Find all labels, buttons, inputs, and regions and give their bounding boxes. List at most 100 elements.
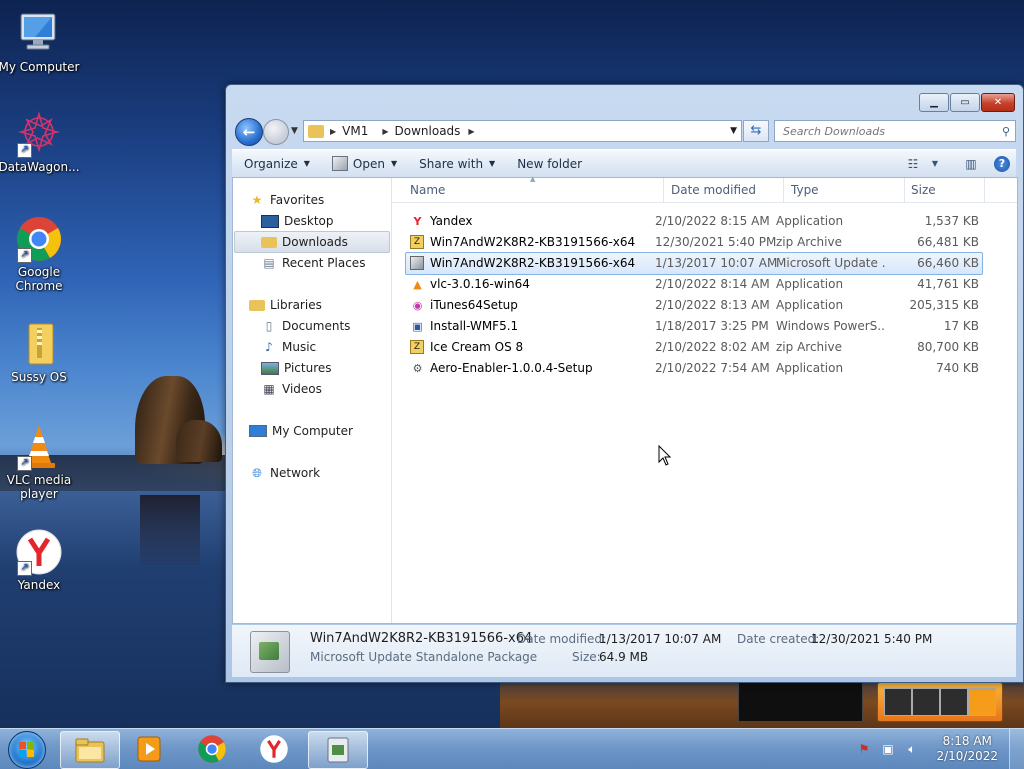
- chevron-right-icon[interactable]: ▶: [468, 127, 474, 136]
- desktop-icon-label: VLC media player: [6, 473, 72, 501]
- file-date: 1/13/2017 10:07 AM: [655, 256, 778, 270]
- nav-libraries[interactable]: Libraries: [249, 295, 405, 315]
- nav-documents[interactable]: ▯ Documents: [261, 316, 387, 336]
- search-icon[interactable]: ⚲: [1002, 125, 1010, 138]
- column-date-modified[interactable]: Date modified: [671, 183, 756, 197]
- file-row[interactable]: ▣ Install-WMF5.1 1/18/2017 3:25 PM Windo…: [406, 316, 982, 337]
- explorer-window[interactable]: ▁ ▭ ✕ ← ▼ ▶ VM1 ▶ Downloads ▶ ▼ ⇆ ⚲ Orga…: [225, 84, 1024, 683]
- nav-favorites[interactable]: ★ Favorites: [249, 190, 405, 210]
- preview-pane-icon[interactable]: ▥: [958, 154, 984, 174]
- file-size: 41,761 KB: [917, 277, 979, 291]
- search-box[interactable]: ⚲: [774, 120, 1016, 142]
- address-dropdown-icon[interactable]: ▼: [730, 126, 737, 136]
- forward-button[interactable]: [263, 119, 289, 145]
- help-icon[interactable]: ?: [994, 155, 1010, 172]
- desktop-icon-yandex[interactable]: ↗ Yandex: [0, 528, 81, 592]
- search-input[interactable]: [781, 123, 995, 139]
- start-button[interactable]: [8, 731, 46, 769]
- close-button[interactable]: ✕: [981, 93, 1015, 112]
- file-size: 1,537 KB: [924, 214, 979, 228]
- column-divider[interactable]: [984, 178, 985, 202]
- new-folder-button[interactable]: New folder: [509, 153, 590, 175]
- nav-videos[interactable]: ▦ Videos: [261, 379, 387, 399]
- downloads-folder-icon: [261, 236, 277, 248]
- file-row[interactable]: Z Win7AndW2K8R2-KB3191566-x64 12/30/2021…: [406, 232, 982, 253]
- clock[interactable]: 8:18 AM 2/10/2022: [936, 734, 998, 764]
- minimize-button[interactable]: ▁: [919, 93, 949, 112]
- chevron-right-icon[interactable]: ▶: [330, 127, 336, 136]
- taskbar-msu-installer[interactable]: [308, 731, 368, 769]
- taskbar-chrome[interactable]: [183, 731, 241, 767]
- file-row-selected[interactable]: Win7AndW2K8R2-KB3191566-x64 1/13/2017 10…: [405, 252, 983, 275]
- taskbar-explorer[interactable]: [60, 731, 120, 769]
- network-status-icon[interactable]: ▣: [880, 741, 896, 757]
- yandex-icon: Y: [413, 215, 422, 228]
- desktop-gadget-dark[interactable]: [738, 682, 863, 722]
- desktop-icon-google-chrome[interactable]: ↗ Google Chrome: [0, 215, 81, 293]
- desktop-icon-sussy-os[interactable]: Sussy OS: [0, 320, 81, 384]
- nav-label: Music: [282, 340, 317, 354]
- volume-icon[interactable]: 🔈︎: [904, 741, 920, 757]
- nav-network[interactable]: 🌐︎ Network: [249, 463, 405, 483]
- desktop-icon-vlc[interactable]: ↗ VLC media player: [0, 423, 81, 501]
- file-type: Application: [776, 277, 844, 291]
- file-date: 1/18/2017 3:25 PM: [655, 319, 769, 333]
- file-row[interactable]: Y Yandex 2/10/2022 8:15 AM Application 1…: [406, 211, 982, 232]
- organize-button[interactable]: Organize ▼: [236, 153, 318, 175]
- file-list: Name ▲ Date modified Type Size Y Yandex …: [392, 175, 1017, 623]
- nav-label: Documents: [282, 319, 351, 333]
- address-bar[interactable]: ▶ VM1 ▶ Downloads ▶ ▼: [303, 120, 742, 142]
- desktop-icon-label: Sussy OS: [11, 370, 67, 384]
- column-divider[interactable]: [904, 178, 905, 202]
- file-row[interactable]: ◉ iTunes64Setup 2/10/2022 8:13 AM Applic…: [406, 295, 982, 316]
- file-row[interactable]: ▲ vlc-3.0.16-win64 2/10/2022 8:14 AM App…: [406, 274, 982, 295]
- yandex-icon: ↗: [15, 528, 63, 576]
- nav-my-computer[interactable]: My Computer: [249, 421, 405, 441]
- column-divider[interactable]: [663, 178, 664, 202]
- desktop-icon-datawagon[interactable]: ↗ DataWagon...: [0, 110, 81, 174]
- change-view-icon[interactable]: ☷: [900, 154, 926, 174]
- column-divider[interactable]: [783, 178, 784, 202]
- column-name[interactable]: Name: [410, 183, 445, 197]
- chevron-down-icon: ▼: [390, 159, 398, 168]
- back-button[interactable]: ←: [235, 118, 263, 146]
- minimize-icon: ▁: [930, 97, 938, 108]
- refresh-button[interactable]: ⇆: [743, 120, 769, 142]
- file-row[interactable]: Z Ice Cream OS 8 2/10/2022 8:02 AM zip A…: [406, 337, 982, 358]
- vlc-cone-icon: ↗: [15, 423, 63, 471]
- open-button[interactable]: Open ▼: [324, 153, 405, 175]
- show-desktop-button[interactable]: [1009, 729, 1024, 769]
- nav-downloads[interactable]: Downloads: [234, 231, 390, 253]
- chrome-icon: ↗: [15, 215, 63, 263]
- chevron-down-icon: ▼: [303, 159, 310, 168]
- monitor-icon: [249, 425, 267, 437]
- desktop-icon-label: Yandex: [17, 578, 61, 592]
- action-center-flag-icon[interactable]: ⚑: [856, 741, 872, 757]
- column-size[interactable]: Size: [911, 183, 936, 197]
- desktop-icon: [261, 214, 279, 228]
- file-size: 740 KB: [936, 361, 979, 375]
- chrome-icon: [198, 735, 226, 763]
- desktop-gadget-puzzle[interactable]: [877, 682, 1003, 722]
- maximize-button[interactable]: ▭: [950, 93, 980, 112]
- column-type[interactable]: Type: [791, 183, 819, 197]
- nav-music[interactable]: ♪ Music: [261, 337, 387, 357]
- library-icon: [249, 299, 265, 311]
- msu-package-icon: [410, 256, 424, 270]
- file-row[interactable]: ⚙ Aero-Enabler-1.0.0.4-Setup 2/10/2022 7…: [406, 358, 982, 379]
- nav-label: Desktop: [284, 214, 334, 228]
- breadcrumb-vm1[interactable]: VM1: [342, 124, 368, 138]
- taskbar-yandex[interactable]: [245, 731, 303, 767]
- nav-recent-places[interactable]: ▤ Recent Places: [261, 253, 387, 273]
- taskbar-media-player[interactable]: [120, 731, 178, 767]
- details-file-type: Microsoft Update Standalone Package: [310, 650, 538, 664]
- breadcrumb-downloads[interactable]: Downloads: [395, 124, 461, 138]
- recent-pages-dropdown[interactable]: ▼: [291, 126, 298, 136]
- desktop-icon-my-computer[interactable]: My Computer: [0, 10, 81, 74]
- file-size: 66,460 KB: [917, 256, 979, 270]
- chevron-right-icon[interactable]: ▶: [382, 127, 388, 136]
- chevron-down-icon[interactable]: ▼: [928, 154, 942, 174]
- nav-desktop[interactable]: Desktop: [261, 211, 387, 231]
- nav-pictures[interactable]: Pictures: [261, 358, 387, 378]
- share-with-button[interactable]: Share with ▼: [411, 153, 503, 175]
